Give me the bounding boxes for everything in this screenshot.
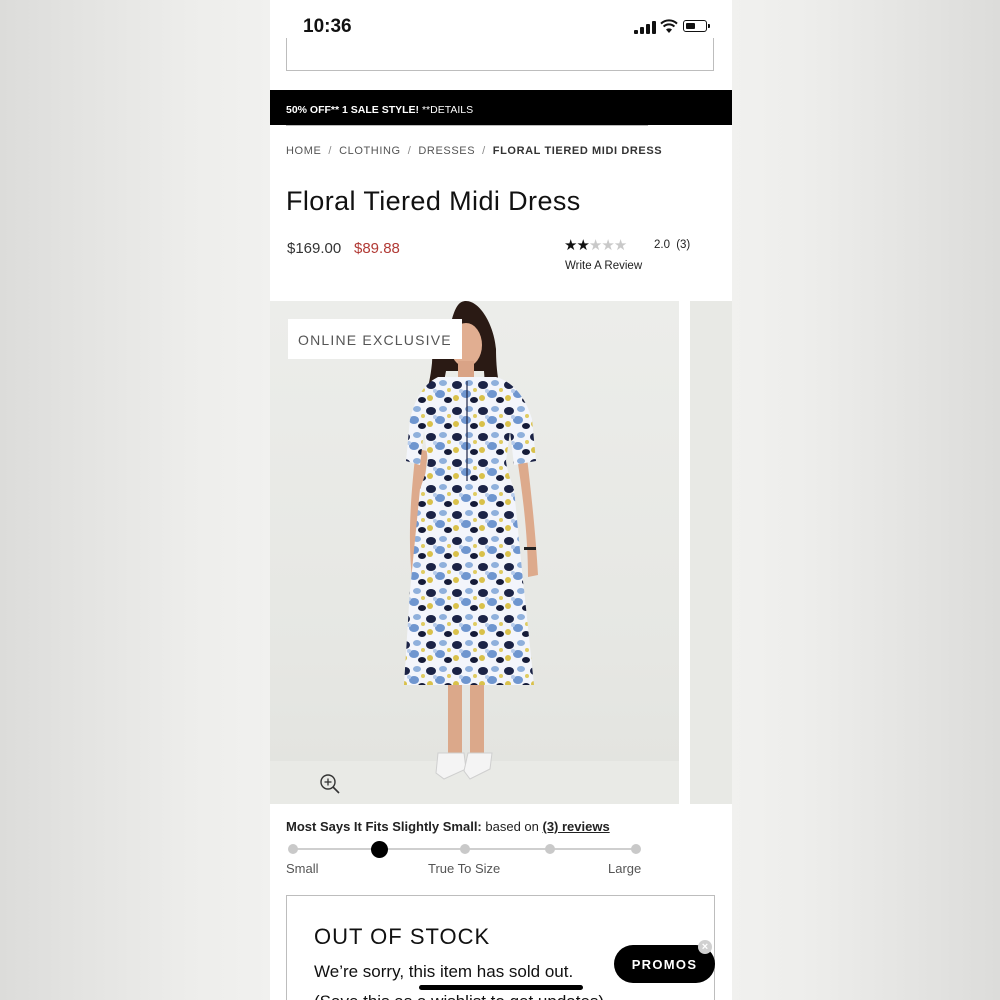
promo-banner[interactable]: 50% OFF** 1 SALE STYLE! **DETAILS <box>270 90 732 125</box>
breadcrumb-separator: / <box>407 145 412 157</box>
write-review-link[interactable]: Write A Review <box>565 260 642 272</box>
next-product-image[interactable] <box>690 301 732 804</box>
fit-scale-dot <box>545 844 556 854</box>
fit-summary: Most Says It Fits Slightly Small: based … <box>286 819 610 834</box>
reviews-link[interactable]: (3) reviews <box>542 819 609 834</box>
fit-summary-label: Most Says It Fits Slightly Small: <box>286 819 482 834</box>
rating-value: 2.0 <box>654 239 670 251</box>
star-filled-icon: ★ <box>564 237 577 254</box>
battery-icon <box>683 20 710 32</box>
background-right <box>732 0 1000 1000</box>
close-icon[interactable]: × <box>698 940 712 954</box>
star-rating[interactable]: ★★★★★ <box>564 236 627 254</box>
breadcrumb-separator: / <box>328 145 333 157</box>
star-filled-icon: ★ <box>576 237 589 254</box>
sale-price: $89.88 <box>354 240 400 257</box>
product-image[interactable]: ONLINE EXCLUSIVE <box>270 301 679 804</box>
model-in-floral-dress-image <box>404 301 538 780</box>
cellular-signal-icon <box>634 21 656 34</box>
breadcrumb-current: FLORAL TIERED MIDI DRESS <box>492 145 663 157</box>
zoom-in-icon[interactable] <box>319 773 341 795</box>
home-indicator <box>419 985 583 990</box>
wishlist-message: (Save this as a wishlist to get updates) <box>314 992 604 1000</box>
out-of-stock-title: OUT OF STOCK <box>314 924 491 949</box>
online-exclusive-badge: ONLINE EXCLUSIVE <box>288 319 462 359</box>
fit-scale-marker <box>370 841 388 858</box>
breadcrumb-home[interactable]: HOME <box>286 145 321 157</box>
star-empty-icon: ★ <box>588 237 602 254</box>
fit-scale-dot <box>288 844 298 854</box>
fit-scale-dot <box>459 844 470 854</box>
background-left <box>0 0 270 1000</box>
status-time: 10:36 <box>303 16 352 37</box>
breadcrumb-dresses[interactable]: DRESSES <box>418 145 475 157</box>
fit-label-true-to-size: True To Size <box>428 861 501 876</box>
promo-text: 50% OFF** 1 SALE STYLE! <box>286 104 420 116</box>
rating-summary[interactable]: 2.0 (3) <box>654 239 690 251</box>
star-empty-icon: ★ <box>613 237 627 254</box>
breadcrumb-clothing[interactable]: CLOTHING <box>339 145 401 157</box>
breadcrumb-separator: / <box>482 145 486 157</box>
fit-label-large: Large <box>608 861 642 876</box>
phone-screen: 10:36 50% OFF** 1 SALE STYLE! **DETAILS … <box>270 0 732 1000</box>
fit-summary-text: based on <box>481 819 543 834</box>
breadcrumb: HOME / CLOTHING / DRESSES / FLORAL TIERED MIDI… <box>286 145 662 157</box>
search-input[interactable] <box>286 38 714 71</box>
review-count: (3) <box>676 239 691 251</box>
divider <box>286 125 648 126</box>
promo-details-link[interactable]: **DETAILS <box>419 104 473 116</box>
original-price: $169.00 <box>287 240 342 257</box>
sold-out-message: We’re sorry, this item has sold out. <box>314 962 574 981</box>
product-title: Floral Tiered Midi Dress <box>286 186 581 216</box>
fit-label-small: Small <box>286 861 319 876</box>
fit-scale-dot <box>631 844 641 854</box>
star-empty-icon: ★ <box>601 237 614 254</box>
wifi-icon <box>660 19 678 33</box>
